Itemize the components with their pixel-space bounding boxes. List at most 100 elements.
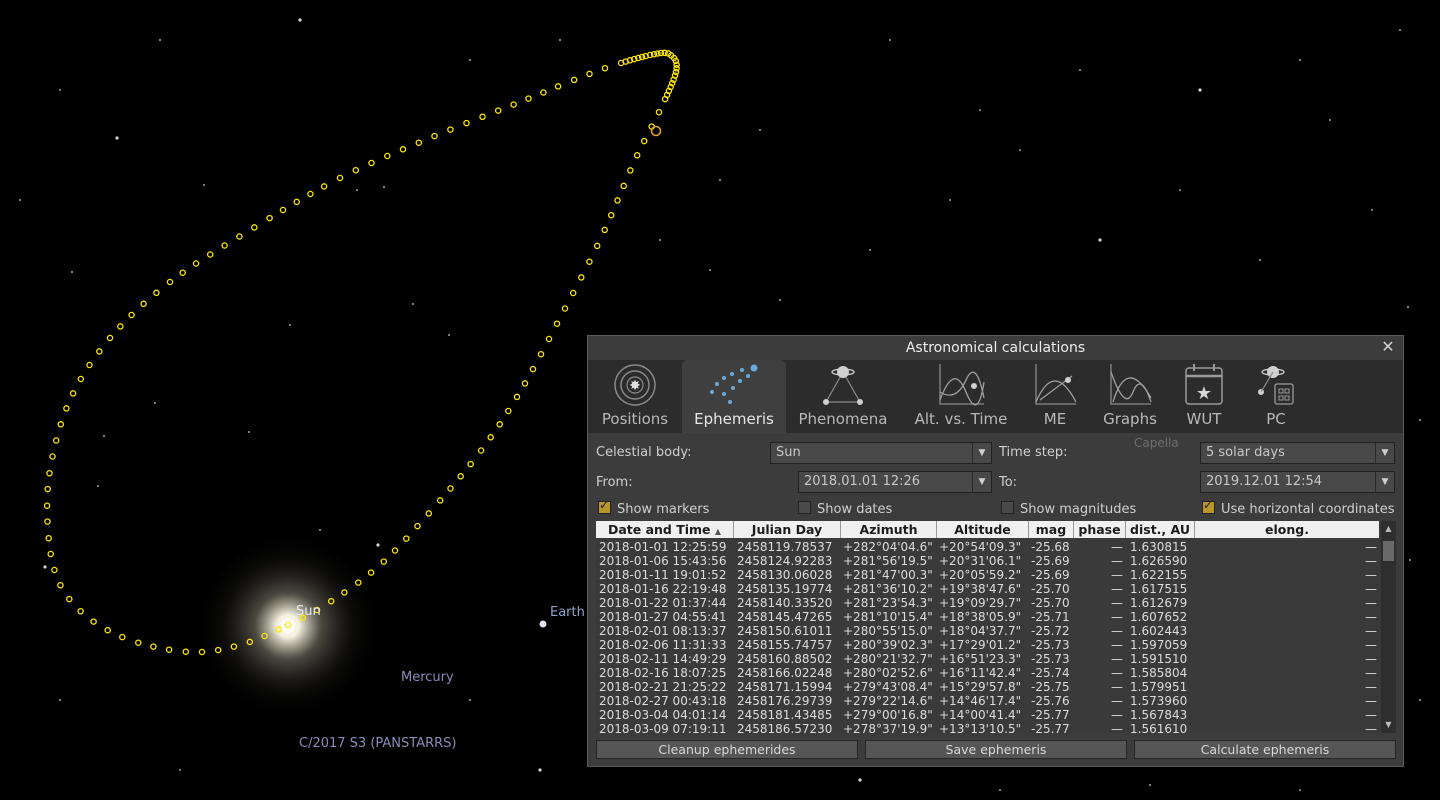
- trajectory-marker: [135, 639, 142, 646]
- trajectory-marker: [279, 206, 287, 214]
- trajectory-marker: [192, 260, 200, 267]
- trajectory-marker: [403, 535, 410, 542]
- checkbox-unchecked: [798, 501, 811, 514]
- column-header-julian-day[interactable]: Julian Day: [734, 521, 841, 538]
- column-header-distance[interactable]: dist., AU: [1126, 521, 1195, 538]
- table-row[interactable]: 2018-01-11 19:01:52 2458130.06028 +281°47'…: [596, 568, 1379, 582]
- table-row[interactable]: 2018-02-01 08:13:37 2458150.61011 +280°55'…: [596, 624, 1379, 638]
- column-header-elongation[interactable]: elong.: [1195, 521, 1379, 538]
- tab-alt-vs-time[interactable]: Alt. vs. Time: [906, 360, 1016, 433]
- table-row[interactable]: 2018-03-04 04:01:14 2458181.43485 +279°00'…: [596, 708, 1379, 722]
- star: [383, 186, 385, 188]
- column-header-altitude[interactable]: Altitude: [937, 521, 1029, 538]
- trajectory-marker: [166, 278, 174, 286]
- table-row[interactable]: 2018-02-27 00:43:18 2458176.29739 +279°22'…: [596, 694, 1379, 708]
- scrollbar-thumb[interactable]: [1383, 541, 1394, 561]
- table-cell: 1.585804: [1130, 666, 1188, 680]
- trajectory-marker: [553, 320, 561, 327]
- table-cell: —: [1111, 666, 1123, 680]
- table-cell: 2018-02-11 14:49:29: [599, 652, 727, 666]
- dialog-titlebar[interactable]: Astronomical calculations ✕: [588, 336, 1403, 360]
- trajectory-marker: [463, 119, 470, 127]
- trajectory-marker: [586, 258, 593, 265]
- table-row[interactable]: 2018-02-11 14:49:29 2458160.88502 +280°21'…: [596, 652, 1379, 666]
- table-cell: +280°21'32.7": [843, 652, 933, 666]
- tab-phenomena[interactable]: Phenomena: [790, 360, 896, 433]
- time-step-select[interactable]: 5 solar days ▼: [1200, 442, 1395, 464]
- save-ephemeris-button[interactable]: Save ephemeris: [865, 740, 1127, 759]
- current-position-marker: [650, 125, 662, 137]
- scroll-down-icon[interactable]: ▼: [1381, 719, 1396, 731]
- vertical-scrollbar[interactable]: ▲ ▼: [1381, 521, 1396, 733]
- column-header-phase[interactable]: phase: [1074, 521, 1126, 538]
- star: [1179, 189, 1181, 191]
- scroll-up-icon[interactable]: ▲: [1381, 523, 1396, 535]
- star: [1399, 29, 1401, 31]
- tab-ephemeris[interactable]: Ephemeris: [682, 360, 786, 433]
- use-horizontal-coordinates-checkbox[interactable]: Use horizontal coordinates: [1202, 498, 1395, 517]
- ephemeris-table: Date and Time ▲ Julian Day Azimuth Altit…: [596, 521, 1396, 733]
- star: [376, 543, 380, 547]
- table-header: Date and Time ▲ Julian Day Azimuth Altit…: [596, 521, 1379, 538]
- table-row[interactable]: 2018-02-16 18:07:25 2458166.02248 +280°02'…: [596, 666, 1379, 680]
- tab-me[interactable]: ME: [1024, 360, 1086, 433]
- table-cell: +281°56'19.5": [843, 554, 933, 568]
- star: [469, 699, 471, 701]
- table-row[interactable]: 2018-01-22 01:37:44 2458140.33520 +281°23'…: [596, 596, 1379, 610]
- tab-graphs[interactable]: Graphs: [1098, 360, 1162, 433]
- table-cell: —: [1365, 554, 1377, 568]
- star: [979, 109, 981, 111]
- column-header-mag[interactable]: mag: [1029, 521, 1074, 538]
- close-icon[interactable]: ✕: [1379, 338, 1397, 356]
- table-cell: +13°13'10.5": [939, 722, 1022, 733]
- table-cell: +279°00'16.8": [843, 708, 933, 722]
- show-magnitudes-checkbox[interactable]: Show magnitudes: [1001, 501, 1136, 517]
- table-row[interactable]: 2018-03-09 07:19:11 2458186.57230 +278°37'…: [596, 722, 1379, 733]
- to-label: To:: [999, 475, 1018, 490]
- tab-pc[interactable]: PC: [1246, 360, 1306, 433]
- tab-wut[interactable]: ★ WUT: [1176, 360, 1232, 433]
- celestial-body-select[interactable]: Sun ▼: [770, 442, 992, 464]
- show-dates-checkbox[interactable]: Show dates: [798, 501, 892, 517]
- table-cell: -25.71: [1031, 610, 1070, 624]
- table-cell: +16°11'42.4": [939, 666, 1022, 680]
- earth-dot: [539, 620, 547, 628]
- to-datetime[interactable]: 2019.12.01 12:54 ▼: [1200, 471, 1395, 493]
- star: [1419, 419, 1421, 421]
- table-cell: 2018-01-16 22:19:48: [599, 582, 727, 596]
- from-datetime[interactable]: 2018.01.01 12:26 ▼: [798, 471, 992, 493]
- tab-positions[interactable]: ✸ Positions: [592, 360, 678, 433]
- show-markers-checkbox[interactable]: Show markers: [598, 498, 709, 517]
- column-header-azimuth[interactable]: Azimuth: [841, 521, 937, 538]
- table-row[interactable]: 2018-02-21 21:25:22 2458171.15994 +279°43'…: [596, 680, 1379, 694]
- trajectory-marker: [86, 361, 93, 369]
- star: [412, 303, 414, 305]
- star: [179, 769, 181, 771]
- table-cell: 2018-02-06 11:31:33: [599, 638, 727, 652]
- cleanup-ephemerides-button[interactable]: Cleanup ephemerides: [596, 740, 858, 759]
- calculate-ephemeris-button[interactable]: Calculate ephemeris: [1134, 740, 1396, 759]
- trajectory-marker: [494, 107, 502, 114]
- table-row[interactable]: 2018-01-01 12:25:59 2458119.78537 +282°04'…: [596, 540, 1379, 554]
- from-value: 2018.01.01 12:26: [804, 474, 921, 489]
- trajectory-marker: [447, 126, 454, 133]
- table-cell: 2458181.43485: [737, 708, 833, 722]
- table-cell: -25.77: [1031, 708, 1070, 722]
- star: [103, 435, 105, 437]
- trajectory-marker: [633, 152, 641, 159]
- table-row[interactable]: 2018-01-27 04:55:41 2458145.47265 +281°10'…: [596, 610, 1379, 624]
- table-cell: +282°04'04.6": [843, 540, 933, 554]
- trajectory-marker: [368, 159, 375, 167]
- tab-label: PC: [1266, 410, 1286, 428]
- trajectory-marker: [57, 581, 64, 589]
- trajectory-marker: [436, 497, 444, 504]
- table-row[interactable]: 2018-02-06 11:31:33 2458155.74757 +280°39'…: [596, 638, 1379, 652]
- table-cell: 2458124.92283: [737, 554, 833, 568]
- table-cell: —: [1111, 722, 1123, 733]
- table-row[interactable]: 2018-01-16 22:19:48 2458135.19774 +281°36'…: [596, 582, 1379, 596]
- star: [154, 402, 156, 404]
- table-cell: —: [1365, 694, 1377, 708]
- column-header-date[interactable]: Date and Time ▲: [596, 521, 734, 538]
- table-row[interactable]: 2018-01-06 15:43:56 2458124.92283 +281°56'…: [596, 554, 1379, 568]
- star: [19, 199, 21, 201]
